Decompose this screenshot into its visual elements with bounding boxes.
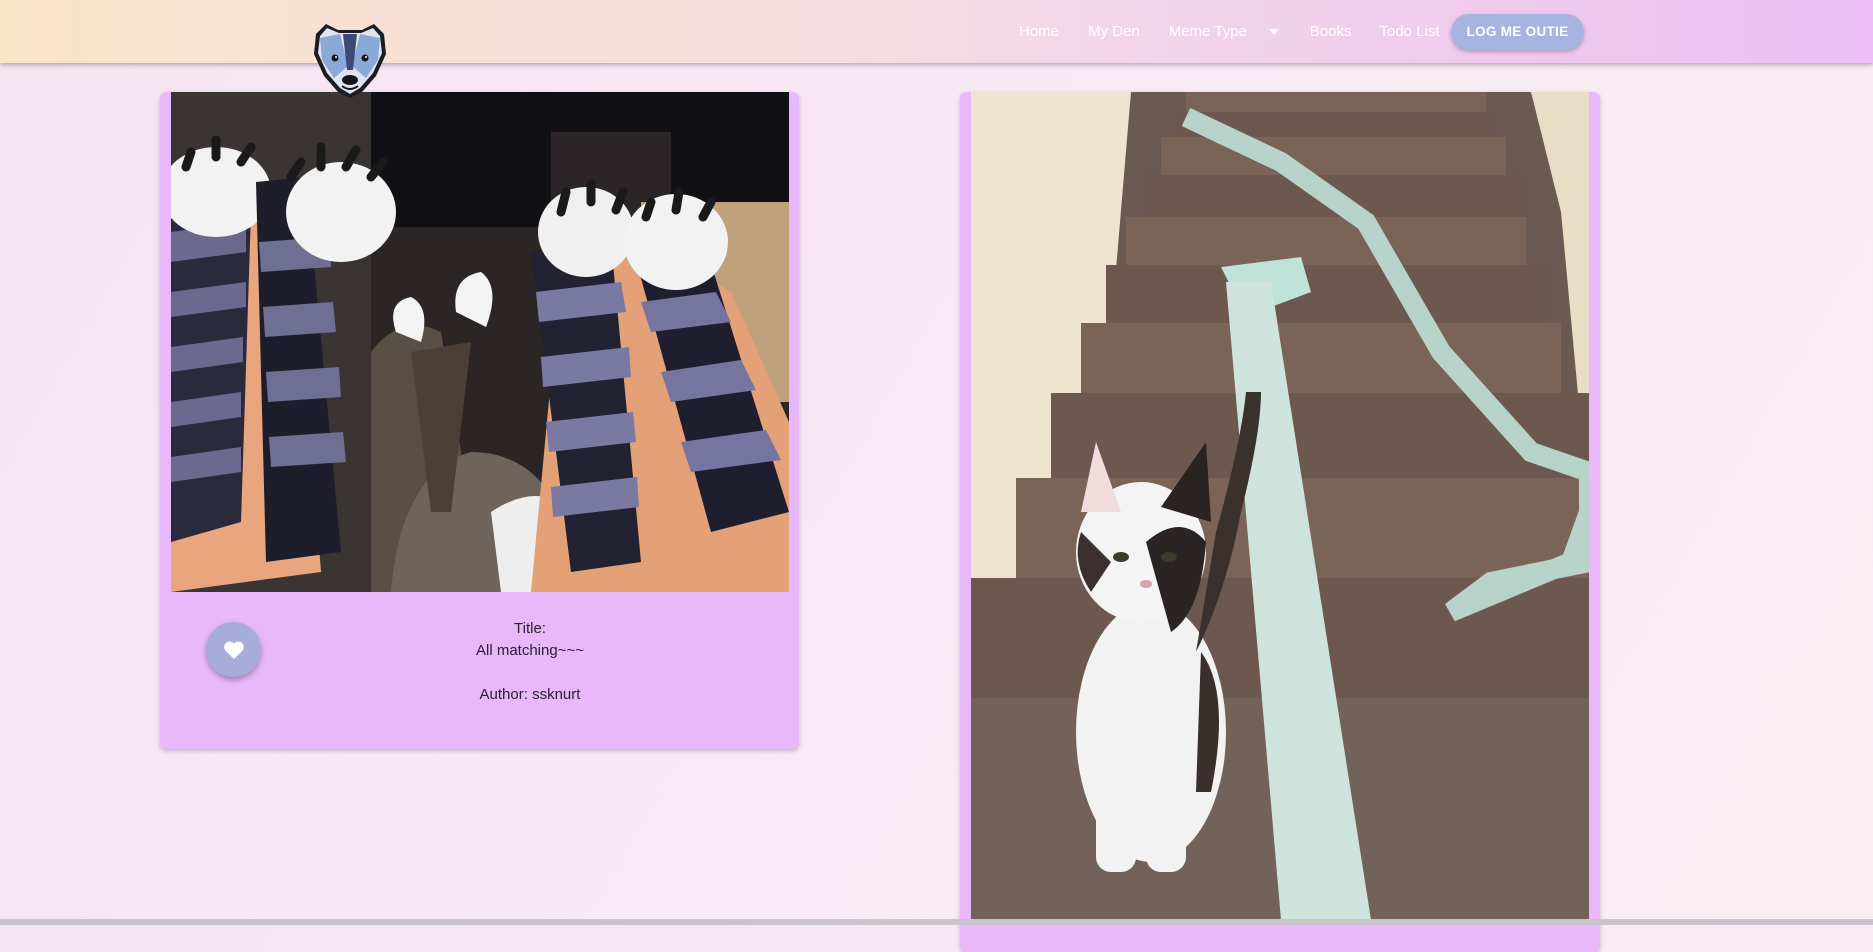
nav-my-den-link[interactable]: My Den (1088, 23, 1140, 40)
nav-home-link[interactable]: Home (1019, 23, 1059, 40)
caret-down-icon (1268, 29, 1279, 36)
nav-meme-type-dropdown[interactable]: Meme Type (1169, 23, 1279, 40)
title-label: Title: (514, 620, 546, 637)
badger-face-icon[interactable] (310, 20, 390, 100)
top-navbar: Home My Den Meme Type Books Todo List LO… (0, 0, 1873, 63)
meme-card: Title: All matching~~~ Author: ssknurt (160, 92, 799, 749)
nav-todo-list-link[interactable]: Todo List (1380, 23, 1440, 40)
horizontal-scrollbar[interactable] (0, 919, 1873, 925)
meme-author: Author: ssknurt (479, 686, 581, 703)
logout-button[interactable]: LOG ME OUTIE (1450, 13, 1585, 50)
meme-image-striped-socks-cat (171, 92, 789, 592)
nav-meme-type-label: Meme Type (1168, 23, 1247, 40)
heart-icon (223, 641, 244, 659)
nav-books-link[interactable]: Books (1310, 23, 1352, 40)
meme-card-text: Title: All matching~~~ Author: ssknurt (370, 618, 690, 706)
meme-title: All matching~~~ (476, 642, 584, 659)
meme-image-cat-toilet-paper-stairs (971, 92, 1589, 920)
meme-card (960, 92, 1600, 952)
like-button[interactable] (206, 622, 261, 677)
nav-menu: Home My Den Meme Type Books Todo List LO… (1000, 0, 1585, 63)
